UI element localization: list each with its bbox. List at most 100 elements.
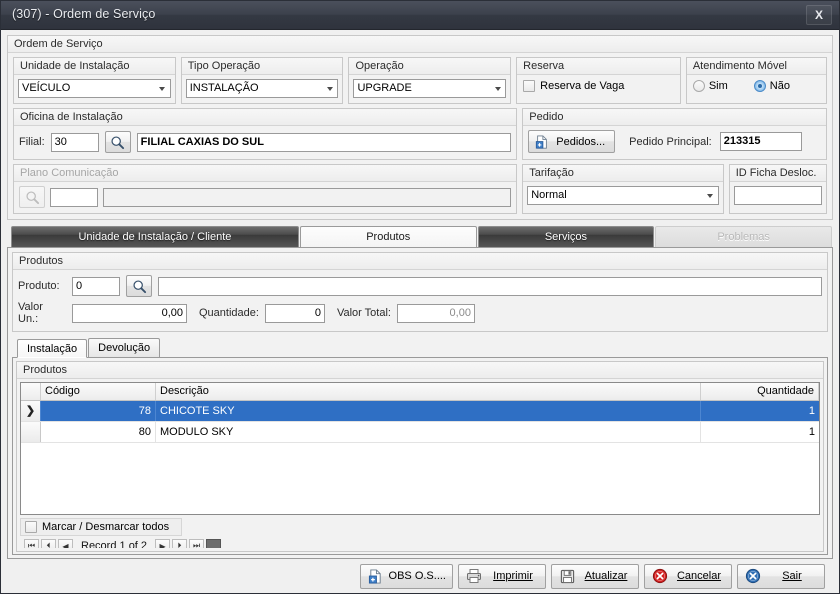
pedidos-button[interactable]: Pedidos...	[528, 130, 616, 153]
tarifacao-caption: Tarifação	[523, 165, 723, 182]
grid-header-codigo[interactable]: Código	[41, 383, 156, 400]
unidade-instalacao-combo[interactable]: VEÍCULO	[18, 79, 171, 98]
nav-prev-icon[interactable]: ◀	[58, 538, 73, 548]
reserva-de-vaga-checkbox[interactable]: Reserva de Vaga	[523, 80, 676, 92]
oficina-instalacao-caption: Oficina de Instalação	[14, 109, 517, 126]
cancelar-accel: Cancelar	[676, 570, 722, 582]
tab-unidade-instalacao-cliente[interactable]: Unidade de Instalação / Cliente	[11, 226, 299, 247]
nav-first-icon[interactable]: ⏮	[24, 538, 39, 548]
plano-comunicacao-code-input	[50, 187, 98, 207]
valor-un-label: Valor Un.:	[18, 301, 43, 325]
row-quantidade: 1	[808, 426, 815, 438]
pedido-principal-label: Pedido Principal:	[629, 135, 712, 148]
table-row[interactable]: ❯ 78 CHICOTE SKY 1	[21, 401, 819, 422]
tab-produtos[interactable]: Produtos	[299, 226, 477, 247]
nav-next-page-icon[interactable]: ⏵	[172, 538, 188, 548]
operacao-group: Operação UPGRADE	[348, 57, 512, 104]
id-ficha-input[interactable]	[733, 186, 822, 205]
magnifier-icon-plano	[19, 186, 45, 208]
cancelar-button-label: Cancelar	[673, 570, 725, 582]
plano-comunicacao-group: Plano Comunicação	[13, 164, 518, 214]
cancel-circle-icon	[651, 567, 669, 585]
nav-prev-page-icon[interactable]: ⏴	[41, 538, 56, 548]
imprimir-button-label: Imprimir	[487, 570, 539, 582]
produto-description-display	[158, 276, 822, 296]
ordem-de-servico-window: (307) - Ordem de Serviço X Ordem de Serv…	[0, 0, 840, 594]
magnifier-icon-filial[interactable]	[104, 131, 131, 153]
operacao-value: UPGRADE	[357, 82, 412, 94]
row-descricao: CHICOTE SKY	[156, 401, 701, 421]
nav-filter-icon[interactable]	[206, 538, 222, 548]
radio-circle	[692, 80, 705, 92]
row-codigo: 78	[41, 401, 156, 421]
radio-nao-label: Não	[769, 80, 790, 92]
unidade-instalacao-value: VEÍCULO	[22, 82, 71, 94]
ordem-de-servico-group-caption: Ordem de Serviço	[8, 36, 832, 53]
close-icon[interactable]: X	[806, 5, 832, 25]
produto-code-input[interactable]: 0	[72, 276, 120, 296]
filial-code-input[interactable]: 30	[50, 132, 99, 152]
tarifacao-combo[interactable]: Normal	[527, 186, 719, 205]
row-codigo: 80	[41, 422, 156, 442]
pedidos-button-label: Pedidos...	[556, 135, 606, 148]
document-add-icon	[367, 567, 385, 585]
pedido-group: Pedido Pedidos... Pedido Principal: 2133…	[522, 108, 827, 160]
atendimento-movel-radio-nao[interactable]: Não	[753, 80, 790, 92]
oficina-instalacao-group: Oficina de Instalação Filial: 30 FILIAL …	[13, 108, 518, 160]
quantidade-input[interactable]: 0	[264, 303, 325, 323]
filial-label: Filial:	[19, 136, 45, 148]
document-add-icon	[534, 134, 549, 149]
subtab-devolucao[interactable]: Devolução	[88, 338, 161, 357]
grid-header-descricao[interactable]: Descrição	[156, 383, 701, 400]
grid-navigator[interactable]: ⏮ ⏴ ◀ Record 1 of 2 ▶ ⏵ ⏭	[20, 537, 820, 548]
chevron-down-icon[interactable]	[703, 187, 718, 204]
tipo-operacao-combo[interactable]: INSTALAÇÃO	[185, 79, 339, 98]
chevron-down-icon[interactable]	[322, 80, 337, 97]
produtos-tab-page: Produtos Produto: 0 Valor Un.: 0,00 Quan…	[7, 247, 833, 559]
radio-sim-label: Sim	[708, 80, 728, 92]
id-ficha-caption: ID Ficha Desloc.	[729, 165, 826, 182]
obs-os-button-label: OBS O.S....	[388, 570, 446, 582]
pedido-caption: Pedido	[523, 109, 826, 126]
reserva-label: Reserva	[517, 58, 680, 75]
atualizar-button-label: Atualizar	[580, 570, 632, 582]
produto-label: Produto:	[18, 280, 60, 292]
reserva-group: Reserva Reserva de Vaga	[516, 57, 681, 104]
imprimir-button[interactable]: Imprimir	[458, 563, 546, 589]
marcar-desmarcar-todos-checkbox[interactable]: Marcar / Desmarcar todos	[20, 518, 182, 536]
tab-servicos[interactable]: Serviços	[477, 226, 655, 247]
row-indicator-icon	[21, 422, 41, 442]
atendimento-movel-radio-sim[interactable]: Sim	[692, 80, 728, 92]
exit-circle-icon	[744, 567, 762, 585]
id-ficha-group: ID Ficha Desloc.	[728, 164, 827, 214]
produtos-data-grid[interactable]: Código Descrição Quantidade ❯ 78 CHICOTE…	[20, 382, 820, 515]
subtab-instalacao[interactable]: Instalação	[17, 339, 88, 358]
navigator-record-label: Record 1 of 2	[81, 540, 148, 548]
checkbox-box	[523, 80, 536, 92]
atualizar-accel: Atualizar	[584, 570, 628, 582]
pedido-principal-value: 213315	[719, 132, 802, 151]
operacao-combo[interactable]: UPGRADE	[353, 79, 507, 98]
ordem-de-servico-group: Ordem de Serviço Unidade de Instalação V…	[7, 35, 833, 220]
grid-header-row: Código Descrição Quantidade	[21, 383, 819, 401]
grid-header-quantidade[interactable]: Quantidade	[701, 383, 819, 400]
sair-button[interactable]: Sair	[737, 563, 825, 589]
nav-next-icon[interactable]: ▶	[155, 538, 171, 548]
valor-un-input[interactable]: 0,00	[72, 303, 187, 323]
chevron-down-icon[interactable]	[155, 80, 170, 97]
chevron-down-icon[interactable]	[490, 80, 505, 97]
checkbox-box	[25, 521, 37, 533]
grid-body: ❯ 78 CHICOTE SKY 1 80 MODULO SKY 1	[21, 401, 819, 514]
quantidade-label: Quantidade:	[199, 307, 259, 319]
unidade-instalacao-group: Unidade de Instalação VEÍCULO	[13, 57, 176, 104]
atualizar-button[interactable]: Atualizar	[551, 563, 639, 589]
magnifier-icon-produto[interactable]	[126, 275, 152, 297]
reserva-de-vaga-label: Reserva de Vaga	[540, 80, 625, 92]
nav-last-icon[interactable]: ⏭	[189, 538, 205, 548]
table-row[interactable]: 80 MODULO SKY 1	[21, 422, 819, 443]
obs-os-button[interactable]: OBS O.S....	[359, 563, 453, 589]
client-area: Ordem de Serviço Unidade de Instalação V…	[1, 30, 839, 593]
window-title: (307) - Ordem de Serviço	[12, 7, 156, 21]
cancelar-button[interactable]: Cancelar	[644, 563, 732, 589]
grid-header-indicator	[21, 383, 41, 400]
